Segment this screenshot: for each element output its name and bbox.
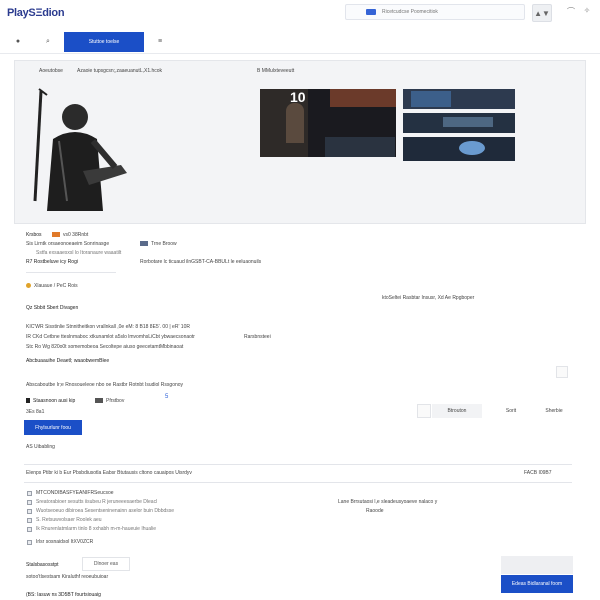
description-line-3: Stc Ro Wg 820o0t somemobeoa Secoltepe ai…: [26, 344, 184, 350]
platform-count: 5: [165, 394, 169, 400]
info-row-4-right: Rorbotare lc ticuaud ilnGSBT-CA-BBULt le…: [140, 259, 262, 265]
platform-right: Pfrstbov: [95, 398, 124, 404]
bottom-field[interactable]: Dlnoer eas: [82, 557, 130, 571]
list-checkbox[interactable]: [27, 500, 32, 505]
screenshot-number: 10: [290, 89, 306, 105]
toolbar: ● ⌕ Stuttoe toelse ≡: [0, 30, 600, 54]
footer-checkbox[interactable]: [27, 540, 32, 545]
section-right: ktoSeltei Rasbtar Insusr, Xd Ae Rpgboper: [382, 295, 475, 301]
bottom-label-1: Stalsbasosstpt: [26, 562, 59, 568]
feature-panel: Aoeutobse Azaoie tupsgcsn;,zaaeuanutL,X1…: [14, 60, 586, 224]
hero-character-image: [33, 88, 127, 211]
screenshot-thumb-4[interactable]: [403, 137, 515, 161]
info-row-2-right: Trne Broow: [140, 241, 177, 247]
divider: [24, 482, 572, 483]
summary-line: Abscaboutbe Ir;e Rnosoueleoe nbo oe Rast…: [26, 382, 184, 388]
ps-icon: [26, 398, 30, 404]
panel-caption-title: Azaoie tupsgcsn;,zaaeuanutL,X1.hcok: [77, 68, 163, 74]
rating-badge-icon: [52, 232, 60, 238]
list-item: Wuotseoeuo dibiroea Sesentseninenainn as…: [36, 508, 175, 514]
app-logo[interactable]: PlaySΞdion: [7, 7, 65, 19]
list-checkbox[interactable]: [27, 509, 32, 514]
sort-arrows-icon: ▲▼: [534, 8, 550, 18]
divider: [24, 464, 572, 465]
list-right-1: Lane Brrsutaosi l,e sleadeusyoaeve nalac…: [338, 499, 438, 505]
segment-1[interactable]: Btrouton: [432, 404, 482, 418]
secondary-panel: [501, 556, 573, 574]
user-icon[interactable]: ●: [14, 38, 22, 46]
footer-check-label: Irlsr sosnaidsol ItXV0ZCR: [36, 539, 94, 545]
screenshot-thumb-2[interactable]: [403, 89, 515, 109]
subheading: AS Uibabling: [26, 444, 55, 450]
rating-line: Xlauaue / PeC Rois: [26, 283, 78, 289]
menu-icon[interactable]: ≡: [156, 38, 164, 46]
tab-store[interactable]: Stuttoe toelse: [64, 32, 144, 52]
list-checkbox[interactable]: [27, 491, 32, 496]
platform-label: Staasnoon ausi kip: [26, 398, 75, 404]
info-row-3: Sstfa exsaaesxsl lo Itoranaure waaatilt: [36, 250, 122, 256]
search-box[interactable]: [345, 4, 525, 20]
screenshot-thumb-3[interactable]: [403, 113, 515, 133]
screenshot-thumb-1[interactable]: [325, 137, 395, 157]
list-item: Ik Rnurenlatmlarm tinlo 8 xxhabh m-m-hau…: [36, 526, 157, 532]
search-input[interactable]: [382, 7, 520, 17]
star-icon: [26, 283, 31, 289]
list-item: Sreatorabioer sesutts iisubeu R jeruneee…: [36, 499, 158, 505]
notification-icon[interactable]: ✧: [582, 6, 592, 16]
rating-value: vs0 38Rnbt: [52, 232, 88, 238]
long-description: Elenps Ptibr ki b Eur Pbsbdiusotla Eabsr…: [26, 470, 192, 476]
rating-label: Krsbos: [26, 232, 42, 238]
section-title: Qz Sbbit Sbert Divagen: [26, 305, 79, 311]
search-icon[interactable]: ⌕: [44, 38, 52, 46]
divider: [26, 272, 116, 273]
tag-icon: [140, 241, 148, 247]
top-header: PlaySΞdion ▲▼ ⌒ ✧: [0, 0, 600, 28]
segment-2[interactable]: Sorit: [486, 404, 536, 418]
list-right-2: Raoode: [366, 508, 384, 514]
controller-icon: [95, 398, 103, 404]
info-row-2: Sis Lirntk orsaeonoeaeim Sonrinasge: [26, 241, 110, 247]
bottom-primary-button[interactable]: Edeas Bidlaranal foom: [501, 575, 573, 593]
bottom-line-3: (BS: Iasuw ns 3D5BT fourtsiouaig: [26, 592, 101, 598]
help-icon[interactable]: ⌒: [566, 6, 576, 16]
segment-prev[interactable]: [417, 404, 431, 418]
details-title: Abcbuaauihe Deaetl; waaobwemBlee: [26, 358, 110, 364]
sub-label: 3Es 8a1: [26, 409, 45, 415]
list-checkbox[interactable]: [27, 527, 32, 532]
panel-caption-label: Aoeutobse: [39, 68, 63, 74]
sort-arrows-button[interactable]: ▲▼: [532, 4, 552, 22]
bottom-line-2: sotoo'tlsestsam Kiraluthf reoeubuioar: [26, 574, 109, 580]
primary-action-button[interactable]: Fhylsurlunr foou: [24, 420, 82, 435]
description-line-2: IR CKd Cetbne tteslnmaboc xtkunamlot a5s…: [26, 334, 195, 340]
expand-icon[interactable]: [556, 366, 568, 378]
segment-3[interactable]: Sherbie: [536, 404, 572, 418]
panel-caption-right: B MMulxteveeutt: [257, 68, 295, 74]
list-header: MTCONDIBASFYEANIFRSeucsoe: [36, 490, 114, 496]
search-filter-chip[interactable]: [366, 9, 376, 15]
description-line-2-right[interactable]: Rarsbnsteei: [244, 334, 271, 340]
info-row-4: R7 Rostbeluve icy Rogi: [26, 259, 78, 265]
description-line-1: KIC'WR Sisstinlie Stnnitheitkon vrallnka…: [26, 324, 190, 330]
list-checkbox[interactable]: [27, 518, 32, 523]
long-description-right: FACB I09B7: [524, 470, 552, 476]
list-item: S. Retsuwvolsaer Roolek aeu: [36, 517, 102, 523]
